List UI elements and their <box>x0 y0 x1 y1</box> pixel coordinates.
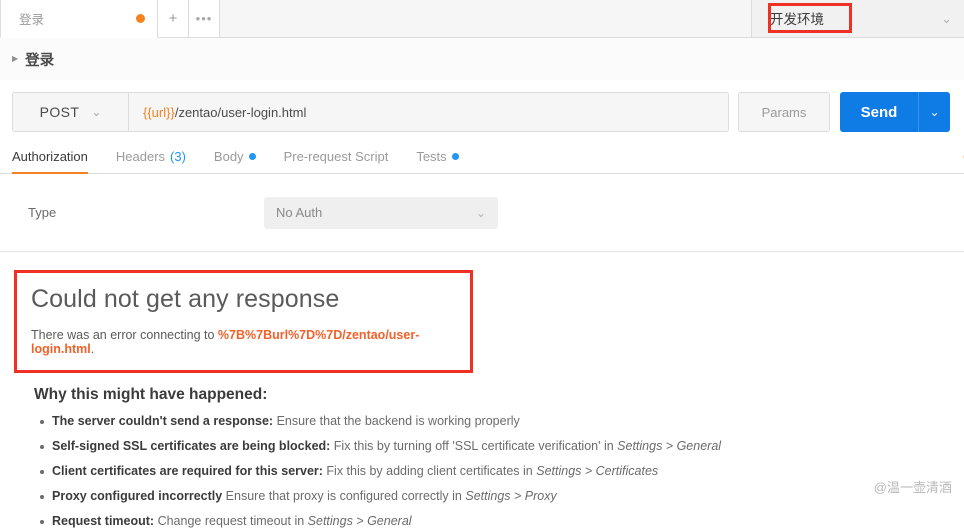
error-title: Could not get any response <box>31 285 340 313</box>
send-button[interactable]: Send <box>840 92 918 132</box>
chevron-down-icon: ⌄ <box>929 105 940 119</box>
reason-heading: Request timeout: <box>52 514 155 528</box>
reason-path: Settings > Proxy <box>465 489 557 503</box>
tab-tests-dot-icon <box>451 153 459 160</box>
request-section-tabs: Authorization Headers (3) Body Pre-reque… <box>0 142 964 174</box>
reason-heading: The server couldn't send a response: <box>52 414 274 428</box>
reason-text: Change request timeout in <box>154 514 308 528</box>
chevron-down-icon: ⌄ <box>941 10 952 26</box>
tab-body-dot-icon <box>248 153 256 160</box>
tab-options-button[interactable]: ••• <box>189 0 220 37</box>
environment-selector[interactable]: 开发环境 ⌄ <box>752 0 964 37</box>
tab-body[interactable]: Body <box>214 149 256 173</box>
send-options-button[interactable]: ⌄ <box>918 92 950 132</box>
params-button[interactable]: Params <box>738 92 830 132</box>
url-variable: {{url}} <box>143 104 175 120</box>
environment-name-wrap: 开发环境 <box>752 8 941 29</box>
reason-text: Ensure that the backend is working prope… <box>273 414 520 428</box>
reason-path: Settings > General <box>307 514 412 528</box>
url-input[interactable]: {{url}}/zentao/user-login.html <box>128 92 729 132</box>
tab-tests[interactable]: Tests <box>416 149 459 173</box>
chevron-down-icon: ⌄ <box>475 205 486 220</box>
auth-type-label: Type <box>28 205 57 220</box>
chevron-right-icon[interactable]: ▶ <box>12 55 18 63</box>
chevron-down-icon: ⌄ <box>91 105 102 119</box>
reason-text: Ensure that proxy is configured correctl… <box>222 489 466 503</box>
tab-headers-label: Headers <box>115 149 166 164</box>
tab-headers-count: (3) <box>170 149 186 164</box>
reason-path: Settings > Certificates <box>536 464 659 478</box>
plus-icon: + <box>168 10 178 27</box>
breadcrumb: ▶ 登录 Exa <box>0 38 964 80</box>
error-message-suffix: . <box>90 342 95 356</box>
response-error-area: Could not get any response There was an … <box>0 252 964 528</box>
ellipsis-icon: ••• <box>195 11 213 26</box>
tab-pre-request-script-label: Pre-request Script <box>283 149 389 164</box>
error-message: There was an error connecting to %7B%7Bu… <box>31 328 456 356</box>
auth-type-value: No Auth <box>276 205 323 220</box>
http-method-label: POST <box>39 104 80 120</box>
request-tab-label: 登录 <box>19 13 45 27</box>
reason-heading: Self-signed SSL certificates are being b… <box>52 439 331 453</box>
authorization-panel: Type No Auth ⌄ <box>0 174 964 252</box>
why-reason-list: The server couldn't send a response: Ens… <box>14 414 950 528</box>
tab-pre-request-script[interactable]: Pre-request Script <box>284 149 389 173</box>
new-tab-button[interactable]: + <box>158 0 189 37</box>
tab-body-label: Body <box>213 149 244 164</box>
send-label: Send <box>860 103 898 121</box>
request-tab-bar: 登录 + ••• 开发环境 ⌄ <box>0 0 964 38</box>
tab-tests-label: Tests <box>416 149 447 164</box>
tab-authorization[interactable]: Authorization <box>12 149 88 174</box>
url-text: {{url}}/zentao/user-login.html <box>143 105 306 120</box>
list-item: Proxy configured incorrectly Ensure that… <box>40 489 950 503</box>
why-section-title: Why this might have happened: <box>34 386 268 403</box>
environment-name: 开发环境 <box>770 12 824 27</box>
unsaved-changes-dot-icon <box>136 14 145 23</box>
reason-text: Fix this by turning off 'SSL certificate… <box>330 439 618 453</box>
reason-heading: Client certificates are required for thi… <box>52 464 323 478</box>
postman-window: 登录 + ••• 开发环境 ⌄ ▶ 登录 Exa POST ⌄ {{url} <box>0 0 964 528</box>
reason-text: Fix this by adding client certificates i… <box>322 464 537 478</box>
request-tab-login[interactable]: 登录 <box>0 0 158 38</box>
request-url-row: POST ⌄ {{url}}/zentao/user-login.html Pa… <box>0 80 964 142</box>
tab-headers[interactable]: Headers (3) <box>116 149 186 173</box>
watermark: @温一壶清酒 <box>873 480 952 495</box>
reason-path: Settings > General <box>617 439 722 453</box>
http-method-select[interactable]: POST ⌄ <box>12 92 128 132</box>
list-item: Request timeout: Change request timeout … <box>40 514 950 528</box>
url-path: /zentao/user-login.html <box>174 104 307 120</box>
error-message-prefix: There was an error connecting to <box>31 328 218 342</box>
tab-bar-filler <box>220 0 752 37</box>
params-label: Params <box>761 104 807 120</box>
list-item: The server couldn't send a response: Ens… <box>40 414 950 428</box>
reason-heading: Proxy configured incorrectly <box>52 489 223 503</box>
auth-type-select[interactable]: No Auth ⌄ <box>264 196 498 229</box>
list-item: Client certificates are required for thi… <box>40 464 950 478</box>
tab-authorization-label: Authorization <box>12 149 88 164</box>
list-item: Self-signed SSL certificates are being b… <box>40 439 950 453</box>
send-button-group: Send ⌄ <box>840 92 950 132</box>
annotation-box-error: Could not get any response There was an … <box>14 270 473 373</box>
page-title: 登录 <box>25 52 55 69</box>
